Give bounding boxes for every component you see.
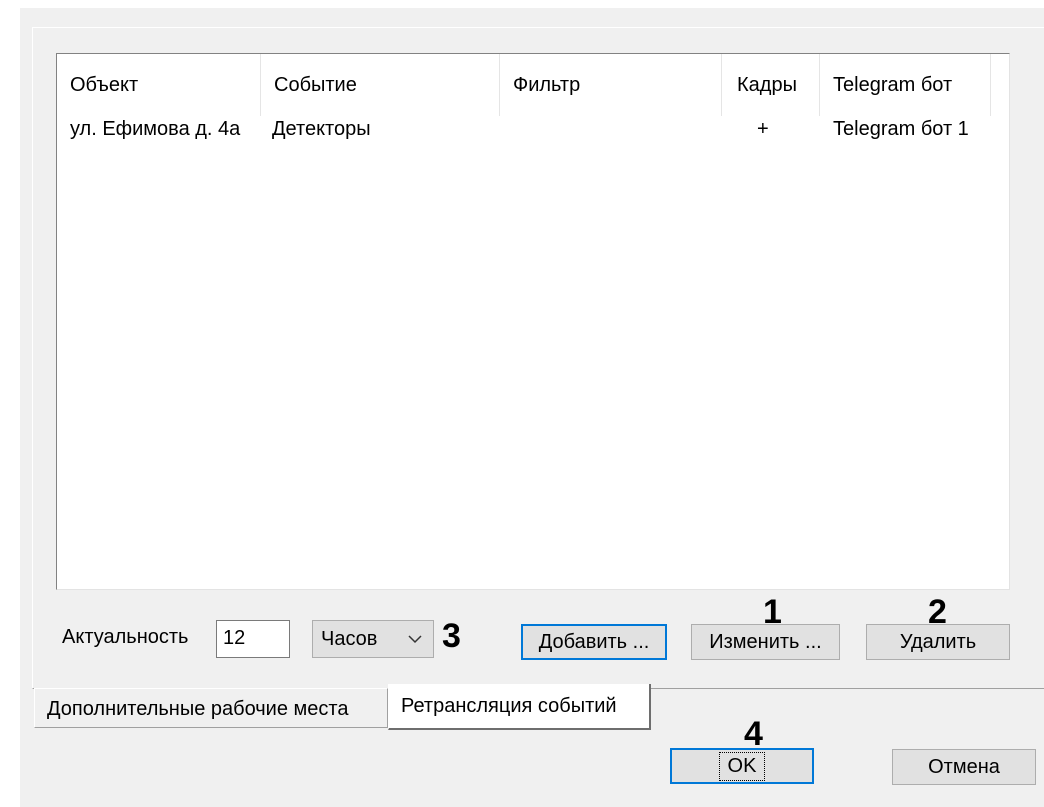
ok-button-label: OK [718,751,766,781]
cell-telegram-bot: Telegram бот 1 [833,118,969,140]
column-header-object[interactable]: Объект [57,54,261,116]
cell-frames: + [757,118,769,140]
event-relay-list[interactable]: Объект Событие Фильтр Кадры Telegram бот… [56,53,1010,590]
edit-button-label: Изменить ... [709,630,822,653]
edit-button[interactable]: Изменить ... [691,624,840,660]
actuality-unit-select[interactable]: Часов [312,620,434,658]
ok-button[interactable]: OK [670,748,814,784]
marker-3: 3 [442,617,461,655]
column-header-filter[interactable]: Фильтр [500,54,722,116]
tab-event-relay[interactable]: Ретрансляция событий [388,684,651,730]
cancel-button-label: Отмена [928,755,1000,778]
add-button-label: Добавить ... [538,630,650,653]
delete-button[interactable]: Удалить [866,624,1010,660]
cell-object: ул. Ефимова д. 4а [70,118,241,140]
actuality-input[interactable]: 12 [216,620,290,658]
tab-additional-workplaces[interactable]: Дополнительные рабочие места [34,688,388,728]
chevron-down-icon [408,635,422,644]
actuality-label: Актуальность [62,626,189,648]
delete-button-label: Удалить [899,630,977,653]
column-header-frames[interactable]: Кадры [722,54,820,116]
column-header-event[interactable]: Событие [261,54,500,116]
cancel-button[interactable]: Отмена [892,749,1036,785]
list-header: Объект Событие Фильтр Кадры Telegram бот [57,54,1009,116]
add-button[interactable]: Добавить ... [521,624,667,660]
actuality-unit-value: Часов [321,628,378,650]
cell-event: Детекторы [272,118,371,140]
table-row[interactable]: ул. Ефимова д. 4а Детекторы + Telegram б… [57,112,1009,146]
column-header-telegram-bot[interactable]: Telegram бот [820,54,991,116]
